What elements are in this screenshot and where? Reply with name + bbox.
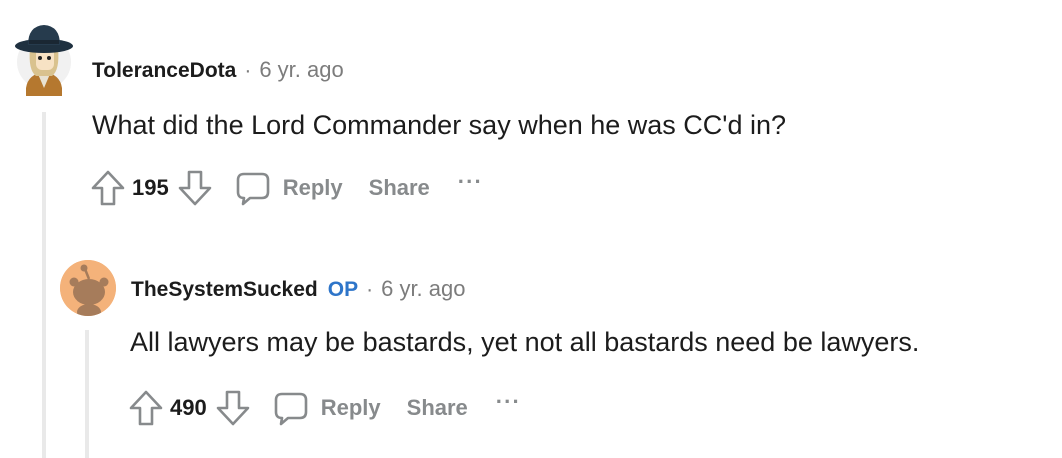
vote-count: 490: [170, 395, 207, 420]
thread-line[interactable]: [42, 112, 46, 458]
comment-bubble-icon: [236, 172, 270, 206]
timestamp[interactable]: 6 yr. ago: [259, 57, 343, 83]
upvote-arrow-icon: [91, 170, 125, 206]
vote-count: 195: [132, 175, 169, 200]
username[interactable]: ToleranceDota: [92, 59, 236, 83]
thread-line[interactable]: [85, 330, 89, 458]
op-badge: OP: [327, 278, 359, 301]
share-button[interactable]: Share: [407, 395, 468, 421]
more-options-button[interactable]: ···: [496, 389, 521, 415]
user-avatar[interactable]: [60, 260, 116, 316]
upvote-button[interactable]: [90, 170, 126, 206]
reply-label: Reply: [282, 175, 343, 200]
downvote-button[interactable]: [177, 170, 213, 206]
upvote-button[interactable]: [128, 390, 164, 426]
downvote-arrow-icon: [178, 170, 212, 206]
reply-label: Reply: [320, 395, 381, 420]
comment-body: What did the Lord Commander say when he …: [92, 110, 786, 140]
separator-dot: ·: [244, 59, 252, 82]
more-options-button[interactable]: ···: [458, 169, 483, 195]
comment-meta: ToleranceDota · 6 yr. ago: [92, 57, 344, 83]
username[interactable]: TheSystemSucked: [131, 278, 318, 302]
comment-actions: 195 Reply Share ···: [90, 169, 483, 206]
comment-actions: 490 Reply Share ···: [128, 389, 521, 426]
user-avatar[interactable]: [14, 18, 74, 96]
reply-button[interactable]: Reply: [235, 170, 343, 206]
downvote-button[interactable]: [215, 390, 251, 426]
separator-dot: ·: [366, 278, 374, 301]
comment-bubble-icon: [274, 392, 308, 426]
timestamp[interactable]: 6 yr. ago: [381, 276, 465, 302]
comment-body: All lawyers may be bastards, yet not all…: [130, 327, 920, 357]
share-button[interactable]: Share: [369, 175, 430, 201]
avatar-hat-character-icon: [15, 25, 73, 96]
upvote-arrow-icon: [129, 390, 163, 426]
reply-button[interactable]: Reply: [273, 390, 381, 426]
downvote-arrow-icon: [216, 390, 250, 426]
comment-meta: TheSystemSucked OP · 6 yr. ago: [131, 276, 465, 302]
snoo-avatar-icon: [60, 260, 116, 316]
